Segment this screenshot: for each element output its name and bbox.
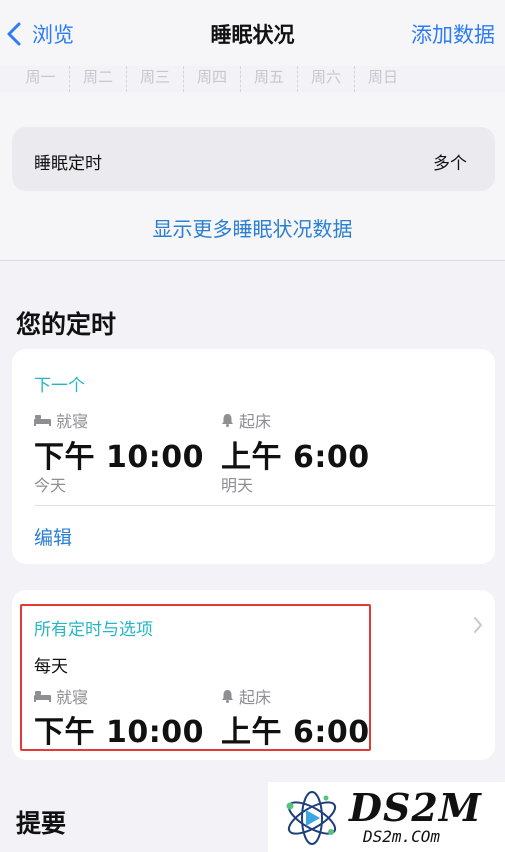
next-bedtime-label: 就寝 bbox=[34, 408, 88, 432]
next-wake-day: 明天 bbox=[221, 476, 254, 495]
sleep-schedule-value: 多个 bbox=[433, 154, 467, 174]
sleep-schedule-row[interactable]: 睡眠定时 多个 bbox=[12, 127, 495, 191]
chevron-right-icon bbox=[474, 617, 482, 633]
weekday-axis: 周一 周二 周三 周四 周五 周六 周日 bbox=[12, 66, 412, 92]
watermark-domain: DS2m.COm bbox=[363, 827, 441, 846]
weekday-sun: 周日 bbox=[354, 66, 411, 92]
bedtime-label-text: 就寝 bbox=[56, 412, 89, 431]
next-bedtime-time: 下午 10:00 bbox=[34, 440, 204, 475]
your-schedule-heading: 您的定时 bbox=[16, 310, 117, 339]
weekday-tue: 周二 bbox=[69, 66, 126, 92]
watermark-brand: DS2M bbox=[349, 785, 482, 830]
next-wake-label: 起床 bbox=[221, 408, 271, 432]
next-wake-time: 上午 6:00 bbox=[221, 440, 370, 475]
next-schedule-card: 下一个 就寝 下午 10:00 今天 起床 上午 6:00 明天 编辑 bbox=[12, 349, 495, 564]
section-divider bbox=[0, 260, 505, 261]
weekday-fri: 周五 bbox=[240, 66, 297, 92]
weekday-sat: 周六 bbox=[297, 66, 354, 92]
show-more-sleep-data-link[interactable]: 显示更多睡眠状况数据 bbox=[0, 213, 505, 242]
navigation-bar: 浏览 睡眠状况 添加数据 bbox=[0, 0, 505, 66]
edit-schedule-button[interactable]: 编辑 bbox=[34, 523, 72, 550]
next-heading: 下一个 bbox=[34, 376, 85, 396]
weekday-wed: 周三 bbox=[126, 66, 183, 92]
add-data-button[interactable]: 添加数据 bbox=[411, 19, 495, 49]
watermark-logo: DS2M DS2m.COm bbox=[268, 782, 505, 852]
sleep-schedule-label: 睡眠定时 bbox=[34, 154, 102, 174]
card-separator bbox=[34, 505, 495, 506]
next-bedtime-day: 今天 bbox=[34, 476, 67, 495]
wake-label-text: 起床 bbox=[239, 412, 272, 431]
summary-heading: 提要 bbox=[16, 809, 67, 838]
weekday-thu: 周四 bbox=[183, 66, 240, 92]
bell-icon bbox=[222, 414, 233, 427]
weekday-mon: 周一 bbox=[25, 68, 56, 86]
highlight-box bbox=[20, 604, 371, 751]
atom-logo-icon bbox=[286, 791, 337, 845]
bed-icon bbox=[34, 415, 51, 426]
